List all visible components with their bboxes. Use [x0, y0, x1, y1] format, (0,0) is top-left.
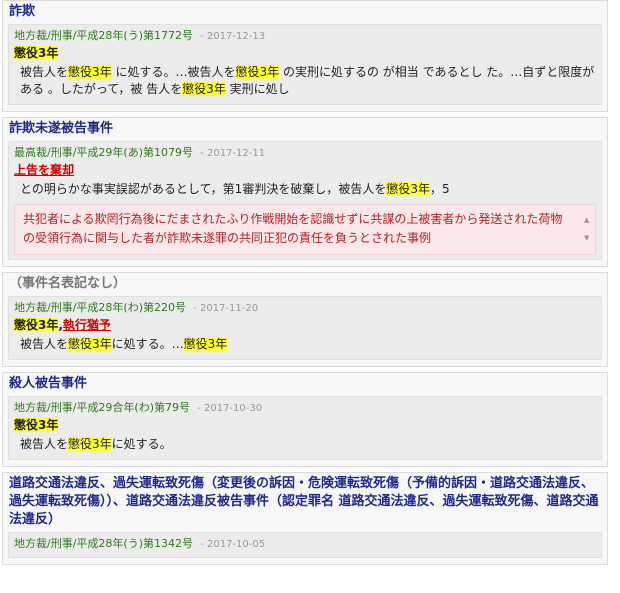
case-summary-box[interactable]: 共犯者による欺罔行為後にだまされたふり作戦開始を認識せずに共謀の上被害者から発送…: [14, 204, 596, 255]
result-card: 詐欺 地方裁/刑事/平成28年(う)第1772号 - 2017-12-13 懲役…: [2, 0, 608, 112]
sentence-line: 懲役3年: [14, 45, 596, 61]
result-card: 道路交通法違反、過失運転致死傷（変更後の訴因・危険運転致死傷（予備的訴因・道路交…: [2, 472, 608, 565]
triangle-up-icon[interactable]: ▲: [584, 211, 589, 230]
case-title-link[interactable]: 詐欺未遂被告事件: [8, 118, 602, 141]
result-card: （事件名表記なし） 地方裁/刑事/平成28年(わ)第220号 - 2017-11…: [2, 272, 608, 367]
case-excerpt: との明らかな事実誤認があるとして，第1審判決を破棄し，被告人を懲役3年，5: [14, 178, 596, 200]
excerpt-highlight: 懲役3年: [68, 337, 112, 351]
case-court-link[interactable]: 地方裁/刑事/平成28年(う)第1772号: [14, 29, 193, 42]
excerpt-text: に処する。…被告人を: [111, 65, 236, 79]
sentence-badge: 懲役3年: [14, 418, 59, 432]
case-title-link[interactable]: 道路交通法違反、過失運転致死傷（変更後の訴因・危険運転致死傷（予備的訴因・道路交…: [8, 473, 602, 532]
excerpt-highlight: 懲役3年: [68, 437, 112, 451]
case-title-link[interactable]: （事件名表記なし）: [8, 273, 602, 296]
case-meta: 地方裁/刑事/平成28年(う)第1772号 - 2017-12-13: [14, 29, 266, 42]
excerpt-highlight: 懲役3年: [386, 182, 430, 196]
case-court-link[interactable]: 地方裁/刑事/平成29合年(わ)第79号: [14, 401, 190, 414]
summary-scrollbar[interactable]: ▲ ▼: [581, 205, 595, 254]
excerpt-text: との明らかな事実誤認があるとして，第1審判決を破棄し，被告人を: [20, 182, 387, 196]
excerpt-highlight: 懲役3年: [183, 337, 228, 351]
case-meta: 最高裁/刑事/平成29年(あ)第1079号 - 2017-12-11: [14, 146, 266, 159]
case-date: 2017-12-13: [206, 31, 266, 42]
triangle-down-icon[interactable]: ▼: [584, 229, 589, 248]
case-detail: 地方裁/刑事/平成28年(わ)第220号 - 2017-11-20 懲役3年,執…: [8, 296, 602, 360]
sentence-line: 懲役3年,執行猶予: [14, 318, 111, 332]
case-date: 2017-12-11: [206, 148, 266, 159]
case-excerpt: 被告人を懲役3年に処する。…懲役3年: [14, 333, 596, 355]
excerpt-highlight: 懲役3年: [68, 65, 112, 79]
sentence-line: 上告を棄却: [14, 162, 596, 178]
sentence-badge: 懲役3年: [14, 318, 59, 332]
case-court-link[interactable]: 最高裁/刑事/平成29年(あ)第1079号: [14, 146, 193, 159]
case-date: 2017-10-30: [203, 403, 263, 414]
case-date: 2017-10-05: [206, 539, 266, 550]
case-result: 上告を棄却: [14, 163, 75, 177]
case-meta: 地方裁/刑事/平成28年(わ)第220号 - 2017-11-20: [14, 301, 259, 314]
result-list: 詐欺 地方裁/刑事/平成28年(う)第1772号 - 2017-12-13 懲役…: [0, 0, 620, 565]
case-title-link[interactable]: 詐欺: [8, 1, 602, 24]
sentence-badge: 懲役3年: [14, 46, 59, 60]
case-excerpt: 被告人を懲役3年に処する。: [14, 433, 596, 455]
suspension-badge: 執行猶予: [62, 318, 111, 332]
excerpt-text: 被告人を: [20, 65, 69, 79]
result-card: 詐欺未遂被告事件 最高裁/刑事/平成29年(あ)第1079号 - 2017-12…: [2, 117, 608, 267]
case-detail: 地方裁/刑事/平成28年(う)第1772号 - 2017-12-13 懲役3年 …: [8, 24, 602, 105]
sentence-line: 懲役3年: [14, 417, 596, 433]
excerpt-text: 被告人を: [20, 437, 69, 451]
excerpt-text: 被告人を: [20, 337, 69, 351]
case-meta: 地方裁/刑事/平成28年(う)第1342号 - 2017-10-05: [14, 537, 266, 550]
case-date: 2017-11-20: [199, 303, 259, 314]
case-meta: 地方裁/刑事/平成29合年(わ)第79号 - 2017-10-30: [14, 401, 263, 414]
case-summary: 共犯者による欺罔行為後にだまされたふり作戦開始を認識せずに共謀の上被害者から発送…: [23, 212, 563, 245]
excerpt-text: に処する。: [111, 437, 172, 451]
case-detail: 地方裁/刑事/平成28年(う)第1342号 - 2017-10-05: [8, 532, 602, 558]
excerpt-text: に処する。…: [111, 337, 184, 351]
case-detail: 地方裁/刑事/平成29合年(わ)第79号 - 2017-10-30 懲役3年 被…: [8, 396, 602, 460]
case-court-link[interactable]: 地方裁/刑事/平成28年(う)第1342号: [14, 537, 193, 550]
excerpt-text: 実刑に処し: [225, 82, 290, 96]
case-detail: 最高裁/刑事/平成29年(あ)第1079号 - 2017-12-11 上告を棄却…: [8, 141, 602, 260]
excerpt-text: ，5: [429, 182, 450, 196]
case-excerpt: 被告人を懲役3年 に処する。…被告人を懲役3年 の実刑に処するの が相当 である…: [14, 61, 596, 100]
excerpt-highlight: 懲役3年: [235, 65, 280, 79]
result-card: 殺人被告事件 地方裁/刑事/平成29合年(わ)第79号 - 2017-10-30…: [2, 372, 608, 467]
excerpt-highlight: 懲役3年: [182, 82, 226, 96]
case-court-link[interactable]: 地方裁/刑事/平成28年(わ)第220号: [14, 301, 186, 314]
case-title-link[interactable]: 殺人被告事件: [8, 373, 602, 396]
